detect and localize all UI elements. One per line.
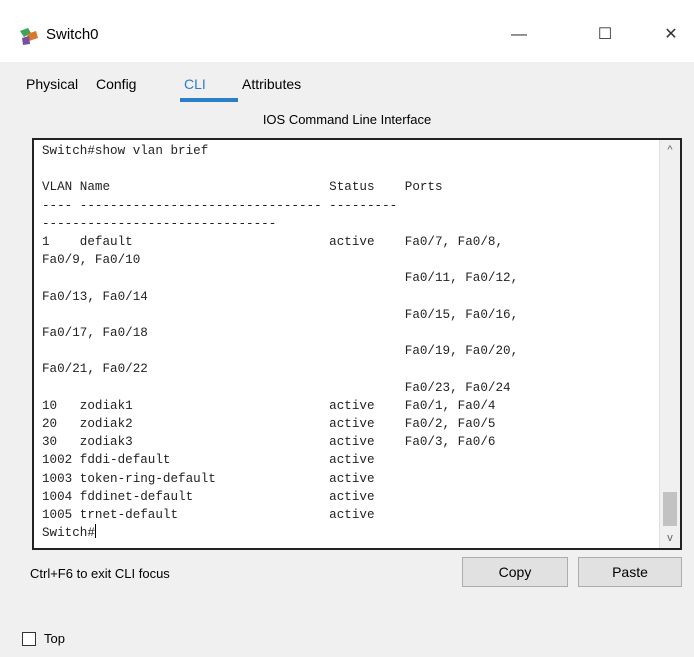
tab-config[interactable]: Config: [96, 76, 136, 92]
switch-device-icon: [20, 28, 38, 45]
text-cursor: [94, 524, 96, 539]
cli-panel: Physical Config CLI Attributes IOS Comma…: [0, 62, 694, 657]
scroll-up-icon[interactable]: ^: [660, 140, 680, 160]
cli-line: Fa0/23, Fa0/24: [404, 380, 511, 395]
cli-line: Fa0/11, Fa0/12,: [404, 271, 519, 286]
cli-line: -------------------------------: [42, 216, 277, 231]
close-button[interactable]: ✕: [648, 18, 694, 52]
cli-line: 20 zodiak2 active Fa0/2, Fa0/5: [42, 417, 496, 432]
cli-line: 1004 fddinet-default active: [42, 489, 375, 504]
copy-button[interactable]: Copy: [462, 557, 568, 587]
cli-line: 10 zodiak1 active Fa0/1, Fa0/4: [42, 398, 496, 413]
cli-line: Fa0/13, Fa0/14: [42, 289, 148, 304]
cli-line: Fa0/19, Fa0/20,: [404, 344, 519, 359]
cli-line: 1003 token-ring-default active: [42, 471, 375, 486]
tab-cli-label: CLI: [184, 76, 206, 92]
active-tab-indicator: [180, 98, 238, 102]
cli-line: Fa0/17, Fa0/18: [42, 326, 148, 341]
tab-physical[interactable]: Physical: [26, 76, 78, 92]
cli-line: 30 zodiak3 active Fa0/3, Fa0/6: [42, 435, 496, 450]
top-checkbox[interactable]: [22, 632, 36, 646]
cli-prompt: Switch#: [42, 526, 95, 541]
cli-line: Fa0/9, Fa0/10: [42, 253, 141, 268]
minimize-button[interactable]: —: [496, 18, 542, 52]
cli-output[interactable]: Switch#show vlan brief VLAN Name Status …: [42, 142, 518, 542]
cli-line: Switch#show vlan brief: [42, 144, 209, 158]
section-title: IOS Command Line Interface: [262, 112, 432, 127]
tab-cli[interactable]: CLI: [180, 76, 238, 102]
cli-line: 1002 fddi-default active: [42, 453, 375, 468]
maximize-button[interactable]: ☐: [582, 18, 628, 52]
window-title: Switch0: [46, 26, 99, 43]
title-bar: Switch0 — ☐ ✕: [0, 0, 694, 62]
vertical-scrollbar[interactable]: ^ v: [659, 140, 680, 548]
cli-output-lines: Switch#show vlan brief VLAN Name Status …: [42, 144, 518, 522]
cli-line: VLAN Name Status Ports: [42, 180, 443, 195]
top-label: Top: [44, 631, 65, 646]
cli-line: ---- -------------------------------- --…: [42, 198, 398, 213]
paste-button[interactable]: Paste: [578, 557, 682, 587]
cli-line: Fa0/21, Fa0/22: [42, 362, 148, 377]
cli-focus-hint: Ctrl+F6 to exit CLI focus: [30, 566, 170, 581]
cli-line: 1005 trnet-default active: [42, 508, 375, 523]
scroll-down-icon[interactable]: v: [660, 528, 680, 548]
cli-terminal[interactable]: Switch#show vlan brief VLAN Name Status …: [32, 138, 682, 550]
cli-line: Fa0/15, Fa0/16,: [404, 307, 519, 322]
cli-line: 1 default active Fa0/7, Fa0/8,: [42, 235, 504, 250]
scrollbar-thumb[interactable]: [663, 492, 677, 526]
tab-attributes[interactable]: Attributes: [242, 76, 301, 92]
